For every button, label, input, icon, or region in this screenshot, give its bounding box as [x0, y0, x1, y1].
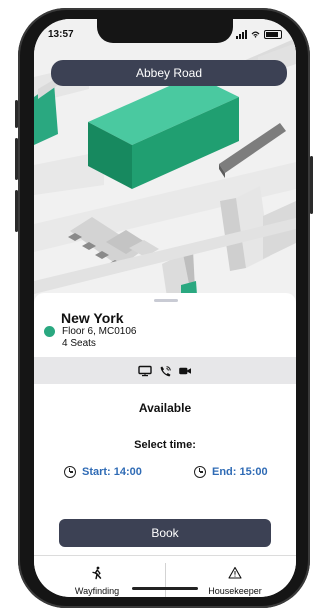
- clock-icon: [64, 466, 76, 478]
- phone-side-button: [15, 138, 18, 180]
- room-seats: 4 Seats: [62, 338, 96, 349]
- sheet-grabber[interactable]: [154, 299, 178, 302]
- tab-housekeeper[interactable]: Housekeeper: [180, 566, 290, 597]
- home-indicator[interactable]: [132, 587, 198, 590]
- tab-wayfinding[interactable]: Wayfinding: [42, 566, 152, 597]
- end-time-label: End: 15:00: [212, 466, 268, 478]
- battery-icon: [264, 30, 282, 39]
- tabbar-divider: [34, 555, 296, 556]
- availability-status: Available: [138, 401, 192, 415]
- app-stage: 13:57 Abbey Road New York Floor 6, MC010…: [0, 0, 320, 613]
- phone-screen: 13:57 Abbey Road New York Floor 6, MC010…: [34, 19, 296, 597]
- phone-side-button: [310, 156, 313, 214]
- status-icons: [236, 30, 282, 39]
- phone-side-button: [15, 100, 18, 128]
- room-name: New York: [61, 310, 124, 326]
- location-title[interactable]: Abbey Road: [51, 60, 287, 86]
- availability-status-dot: [44, 326, 55, 337]
- room-details-sheet: New York Floor 6, MC0106 4 Seats Availab…: [34, 293, 296, 597]
- start-time-label: Start: 14:00: [82, 466, 142, 478]
- start-time-selector[interactable]: Start: 14:00: [64, 466, 142, 478]
- room-floor-id: Floor 6, MC0106: [62, 326, 137, 337]
- phone-notch: [97, 19, 233, 43]
- amenities-bar: [34, 357, 296, 384]
- video-camera-icon: [179, 367, 191, 374]
- tab-separator: [165, 563, 166, 597]
- end-time-selector[interactable]: End: 15:00: [194, 466, 268, 478]
- clock-icon: [194, 466, 206, 478]
- phone-side-button: [15, 190, 18, 232]
- book-button[interactable]: Book: [59, 519, 271, 547]
- phone-icon: [160, 365, 171, 376]
- select-time-label: Select time:: [134, 439, 196, 451]
- status-time: 13:57: [48, 29, 74, 40]
- cellular-signal-icon: [236, 30, 247, 39]
- wifi-icon: [251, 31, 260, 38]
- walking-person-icon: [92, 566, 102, 580]
- warning-triangle-icon: [228, 566, 242, 579]
- monitor-icon: [138, 365, 152, 376]
